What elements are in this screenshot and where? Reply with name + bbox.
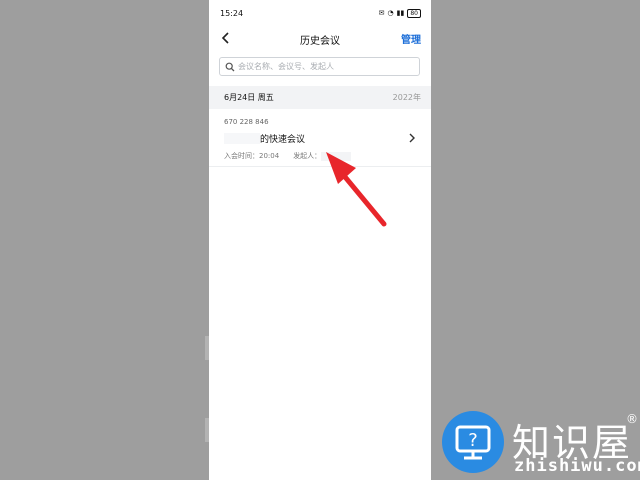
- manage-button[interactable]: 管理: [401, 31, 421, 46]
- meeting-name: 的快速会议: [260, 135, 306, 145]
- meeting-meta: 入会时间：20:04 发起人：: [224, 151, 352, 161]
- date-section-header: 6月24日 周五 2022年: [209, 86, 431, 109]
- wifi-icon: ◔: [387, 9, 394, 17]
- status-bar: 15:24 ✉ ◔ ▮▮ 80: [209, 0, 431, 26]
- watermark-registered: ®: [626, 412, 638, 426]
- search-box[interactable]: [219, 57, 420, 76]
- redacted-initiator: [321, 151, 352, 161]
- meeting-name-row: 的快速会议: [224, 132, 305, 145]
- help-monitor-icon: ?: [455, 425, 491, 460]
- watermark-domain: zhishiwu.com: [514, 456, 640, 476]
- search-icon: [225, 62, 235, 71]
- page-title: 历史会议: [300, 36, 340, 47]
- search-input[interactable]: [235, 62, 418, 71]
- status-icons: ✉ ◔ ▮▮ 80: [378, 8, 421, 18]
- chevron-right-icon: [409, 133, 415, 143]
- signal-icon: ▮▮: [396, 9, 405, 17]
- section-year: 2022年: [392, 93, 421, 102]
- watermark-logo: ? 知识屋 ® zhishiwu.com: [440, 408, 640, 480]
- phone-screen: 15:24 ✉ ◔ ▮▮ 80 历史会议 管理 6月24日 周五 2022年 6…: [209, 0, 431, 480]
- meeting-list-item[interactable]: 670 228 846 的快速会议 入会时间：20:04 发起人：: [209, 112, 431, 167]
- meeting-id: 670 228 846: [224, 118, 269, 126]
- redacted-name: [224, 133, 260, 144]
- battery-icon: 80: [407, 8, 421, 18]
- nav-bar: 历史会议 管理: [209, 26, 431, 52]
- side-marker: [205, 336, 209, 360]
- side-marker: [205, 418, 209, 442]
- status-time: 15:24: [220, 8, 244, 18]
- section-date: 6月24日 周五: [224, 93, 274, 102]
- join-time: 入会时间：20:04: [224, 152, 280, 160]
- initiator-label: 发起人：: [293, 152, 322, 160]
- notification-icon: ✉: [378, 9, 385, 17]
- svg-text:?: ?: [468, 430, 478, 451]
- watermark-circle: ?: [442, 411, 504, 473]
